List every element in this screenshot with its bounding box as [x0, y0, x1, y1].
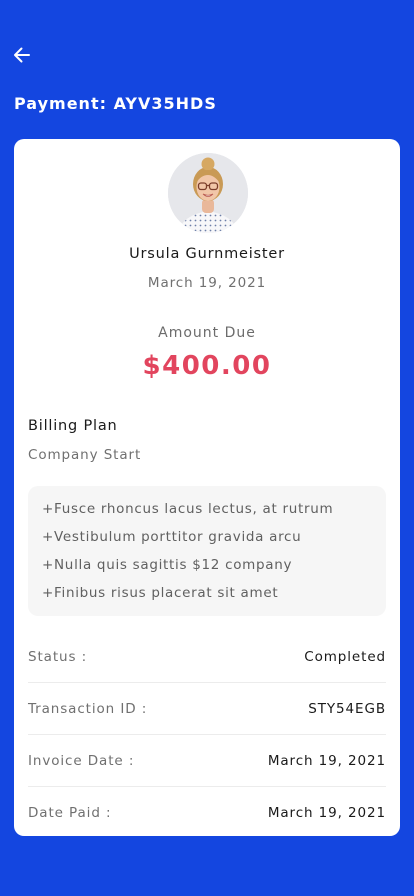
detail-label: Status : — [28, 648, 88, 665]
plan-features-box: +Fusce rhoncus lacus lectus, at rutrum +… — [28, 486, 386, 616]
status-value: Completed — [304, 648, 386, 665]
page-title: Payment: AYV35HDS — [14, 94, 217, 113]
plan-feature: +Finibus risus placerat sit amet — [42, 585, 279, 601]
detail-label: Date Paid : — [28, 805, 112, 821]
plan-feature: +Nulla quis sagittis $12 company — [42, 557, 293, 573]
customer-name: Ursula Gurnmeister — [129, 246, 285, 262]
customer-date: March 19, 2021 — [147, 275, 267, 291]
transaction-id-value: STY54EGB — [308, 700, 386, 717]
payment-card: Ursula Gurnmeister March 19, 2021 Amount… — [14, 139, 400, 836]
date-paid-value: March 19, 2021 — [267, 805, 386, 821]
amount-due-value: $400.00 — [142, 351, 272, 381]
amount-due-label: Amount Due — [158, 325, 256, 341]
payment-details: Status : Completed Transaction ID : STY5… — [28, 631, 386, 839]
detail-row-invoice-date: Invoice Date : March 19, 2021 — [28, 735, 386, 787]
invoice-date-value: March 19, 2021 — [267, 752, 386, 769]
arrow-left-icon — [12, 45, 32, 65]
plan-feature: +Vestibulum porttitor gravida arcu — [42, 529, 302, 545]
detail-row-transaction-id: Transaction ID : STY54EGB — [28, 683, 386, 735]
back-button[interactable] — [10, 43, 34, 67]
payment-screen: Payment: AYV35HDS Ursula Gurnmeister Mar… — [0, 0, 414, 896]
billing-plan-title: Billing Plan — [28, 418, 118, 434]
detail-label: Transaction ID : — [28, 700, 148, 717]
plan-feature: +Fusce rhoncus lacus lectus, at rutrum — [42, 501, 334, 517]
detail-row-date-paid: Date Paid : March 19, 2021 — [28, 787, 386, 839]
billing-plan-name: Company Start — [28, 447, 142, 463]
detail-row-status: Status : Completed — [28, 631, 386, 683]
avatar — [168, 153, 248, 233]
detail-label: Invoice Date : — [28, 752, 135, 769]
